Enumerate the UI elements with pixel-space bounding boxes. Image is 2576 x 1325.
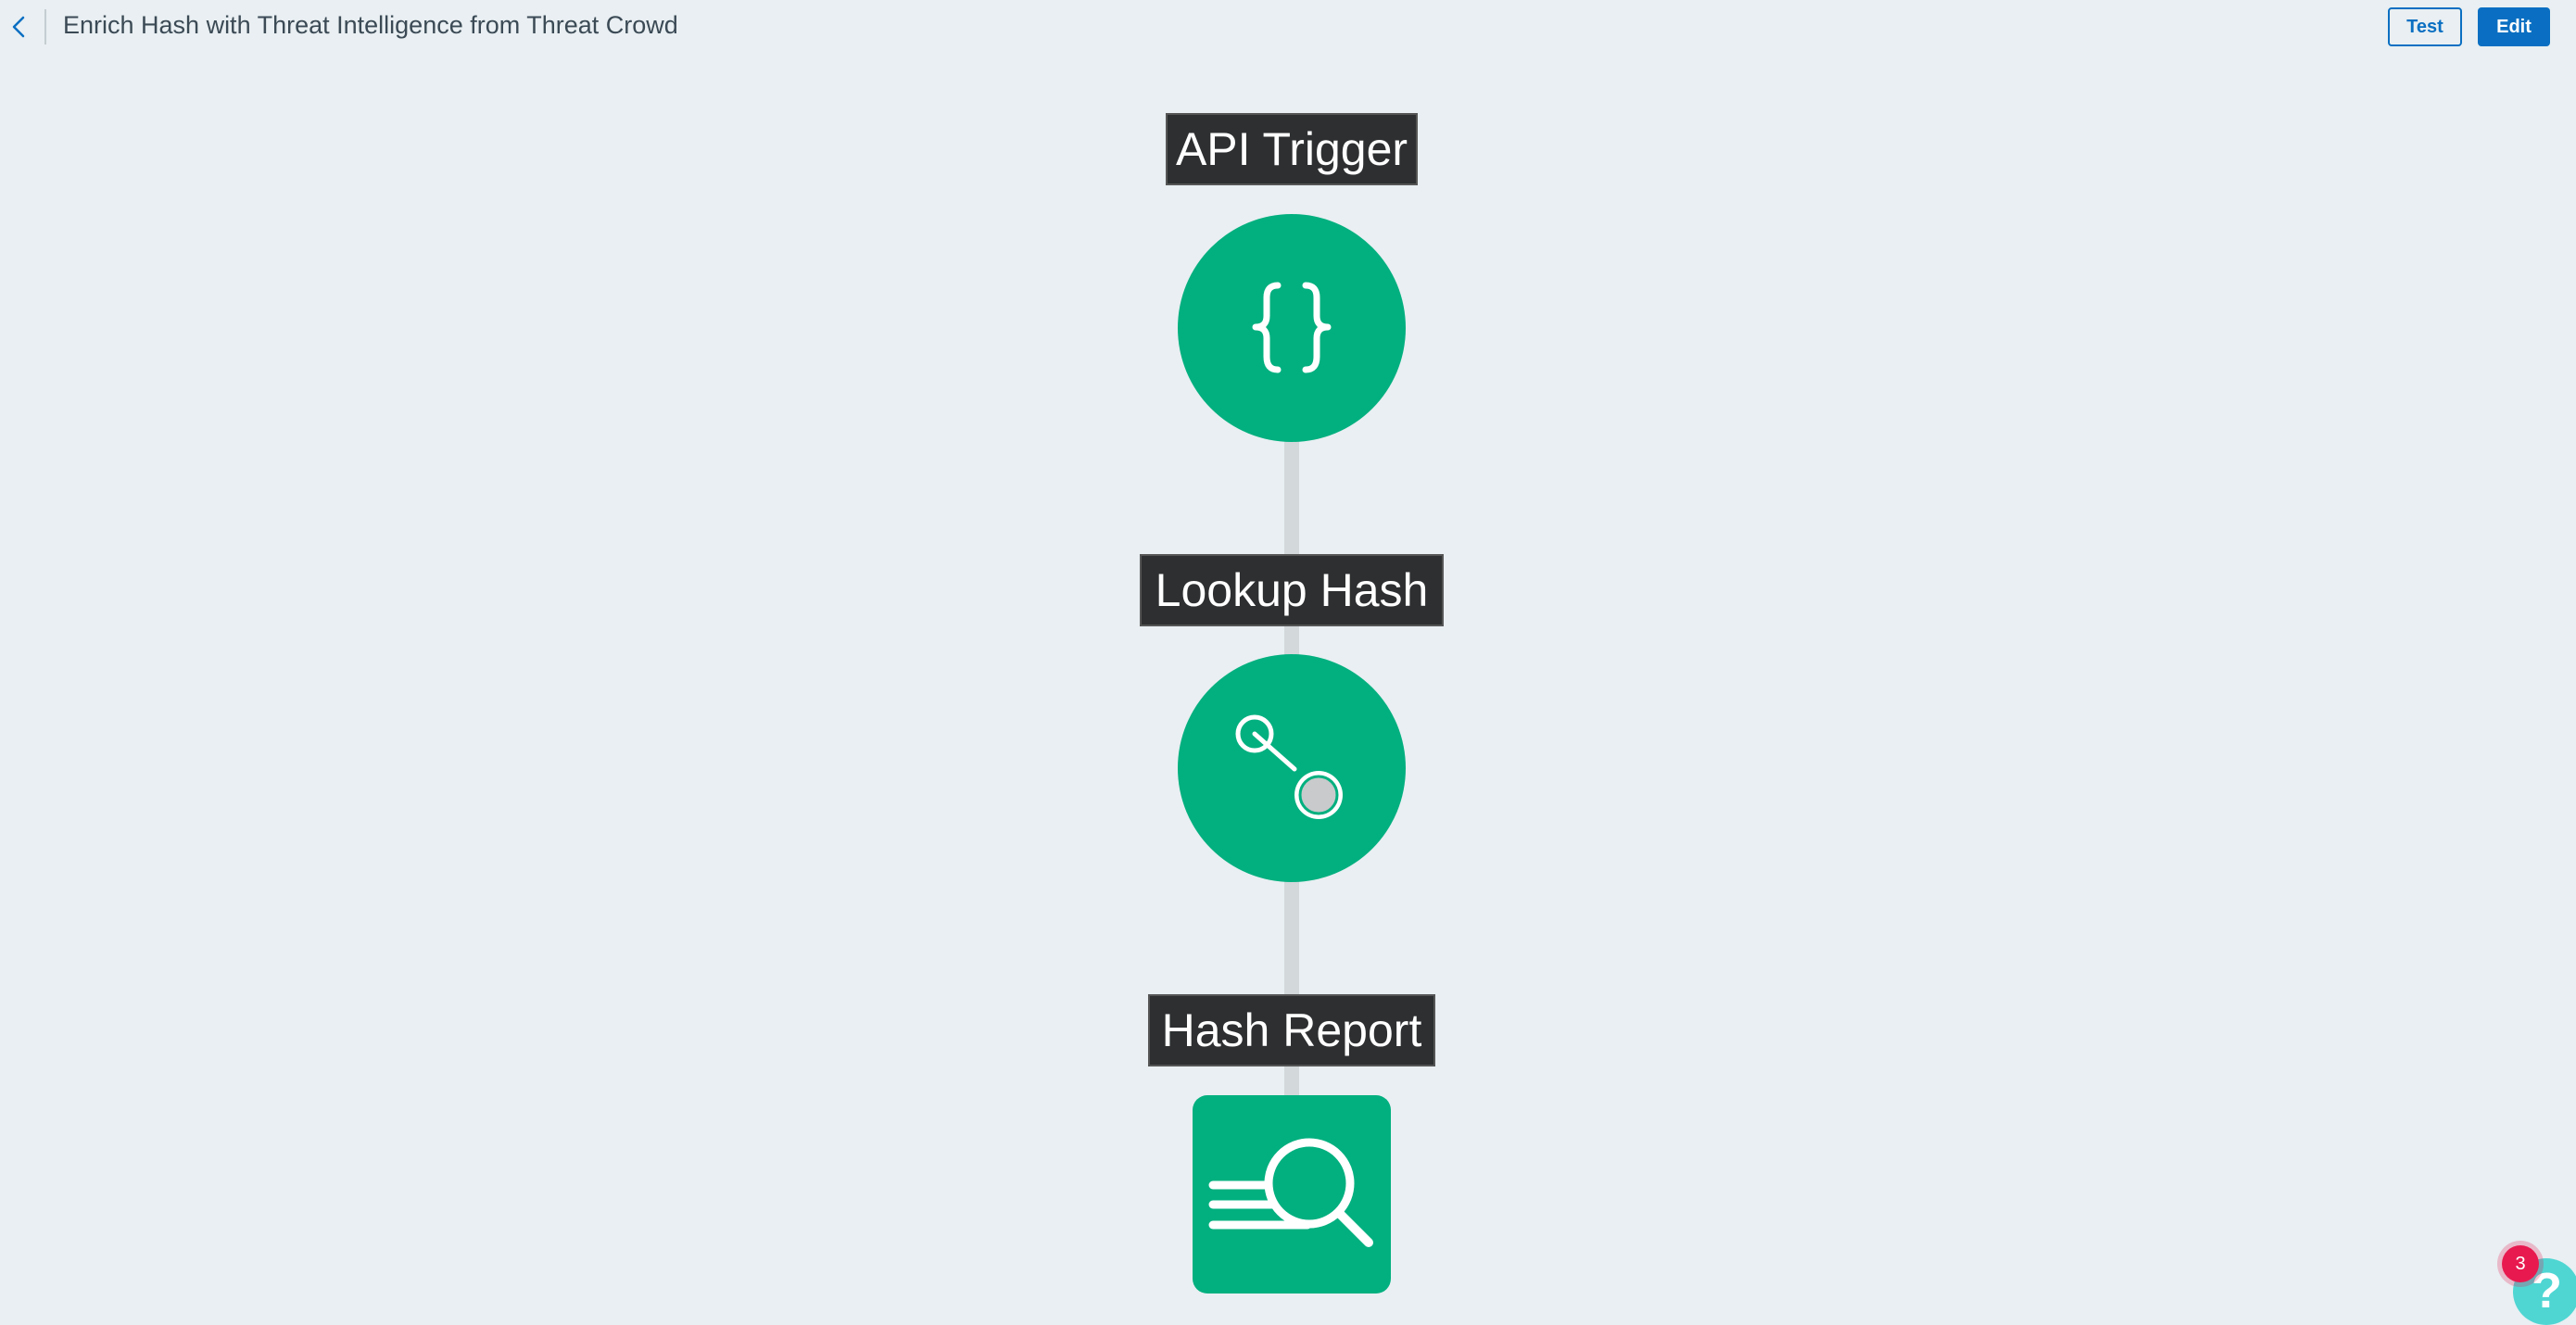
node-hash-report[interactable]: [1193, 1095, 1391, 1293]
header-divider: [44, 9, 46, 44]
test-button[interactable]: Test: [2388, 7, 2462, 46]
node-label-hash-report: Hash Report: [1148, 994, 1435, 1066]
node-label-lookup-hash: Lookup Hash: [1140, 554, 1444, 626]
node-label-api-trigger: API Trigger: [1166, 113, 1418, 185]
node-lookup-hash[interactable]: [1178, 654, 1406, 882]
notification-badge: 3: [2502, 1245, 2539, 1282]
node-api-trigger[interactable]: [1178, 214, 1406, 442]
back-button[interactable]: [7, 13, 30, 41]
lookup-node-icon: [1235, 714, 1343, 819]
curly-braces-icon: [1252, 282, 1332, 373]
edit-button[interactable]: Edit: [2478, 7, 2550, 46]
search-report-icon: [1208, 1138, 1373, 1247]
page-title: Enrich Hash with Threat Intelligence fro…: [63, 11, 678, 39]
chevron-left-icon: [12, 16, 25, 38]
top-bar: Enrich Hash with Threat Intelligence fro…: [0, 0, 2576, 54]
